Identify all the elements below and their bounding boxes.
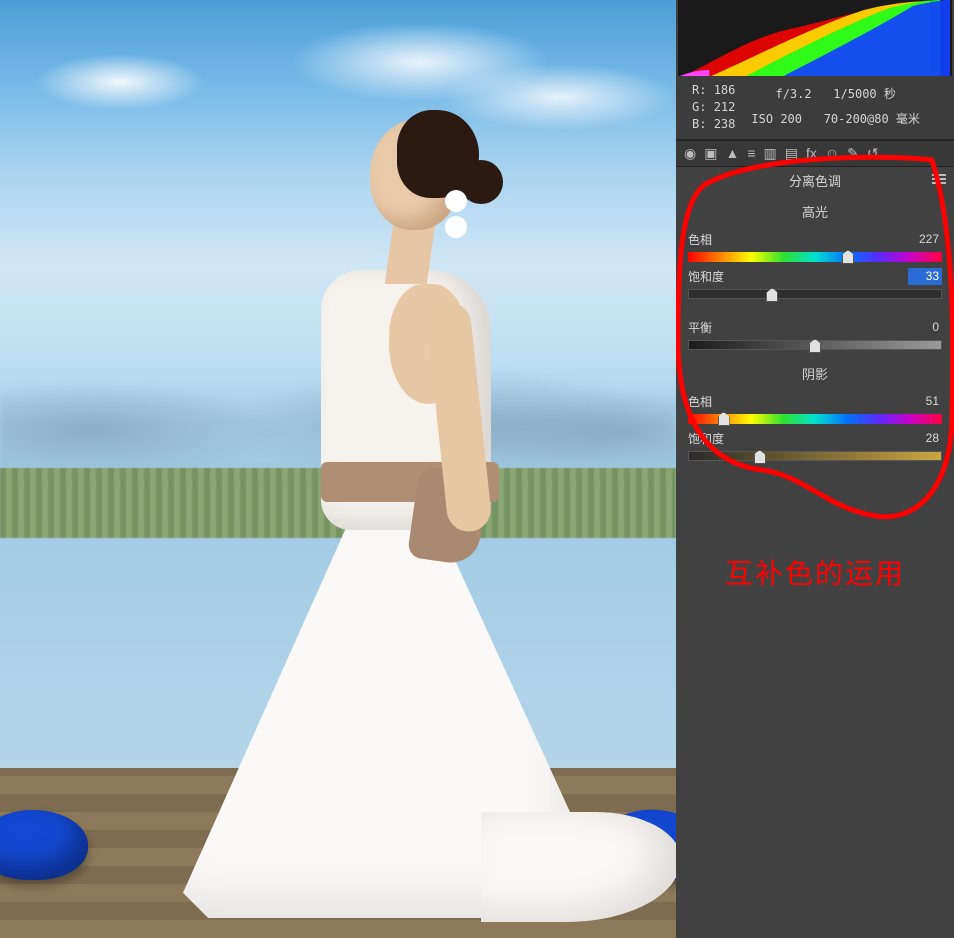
brush-icon[interactable]: ✎ [847, 145, 859, 162]
crop-icon[interactable]: ▣ [704, 145, 717, 162]
highlights-header: 高光 [676, 202, 954, 221]
balance-label: 平衡 [688, 319, 712, 336]
aperture-value: f/3.2 [775, 87, 811, 101]
exif-values: f/3.2 1/5000 秒 ISO 200 70-200@80 毫米 [735, 82, 936, 133]
iso-value: ISO 200 [751, 112, 802, 126]
shadows-sat-value[interactable]: 28 [908, 430, 942, 447]
shadows-sat-label: 饱和度 [688, 430, 724, 447]
shadows-hue-row: 色相 51 [676, 393, 954, 430]
shadows-header: 阴影 [676, 364, 954, 383]
g-label: G: [692, 100, 706, 114]
highlights-hue-row: 色相 227 [676, 231, 954, 268]
b-value: 238 [714, 117, 736, 131]
lines-icon[interactable]: ≡ [747, 145, 755, 162]
shadows-sat-slider[interactable] [688, 451, 942, 461]
shadows-hue-value[interactable]: 51 [908, 393, 942, 410]
info-readout: R: 186 G: 212 B: 238 f/3.2 1/5000 秒 ISO … [676, 76, 954, 140]
shadows-hue-label: 色相 [688, 393, 712, 410]
highlights-hue-slider[interactable] [688, 252, 942, 262]
subject [145, 102, 585, 922]
module-strip: ◉ ▣ ▲ ≡ ▥ ▤ fx ☺ ✎ ↺ [676, 140, 954, 167]
r-label: R: [692, 83, 706, 97]
reset-icon[interactable]: ↺ [867, 145, 879, 162]
adjustments-panel: R: 186 G: 212 B: 238 f/3.2 1/5000 秒 ISO … [676, 0, 954, 938]
balance-value[interactable]: 0 [908, 319, 942, 336]
section-title-text: 分离色调 [789, 174, 841, 189]
annotation-text: 互补色的运用 [676, 552, 954, 592]
panel-icon[interactable]: ▥ [763, 145, 776, 162]
menu-icon[interactable] [932, 174, 946, 184]
aperture-icon[interactable]: ◉ [684, 145, 696, 162]
shadows-hue-slider[interactable] [688, 414, 942, 424]
histogram-svg [678, 0, 952, 76]
section-split-toning-header[interactable]: 分离色调 [676, 167, 954, 194]
image-preview [0, 0, 676, 938]
people-icon[interactable]: ☺ [825, 145, 839, 162]
histogram[interactable] [678, 0, 952, 76]
highlights-sat-slider[interactable] [688, 289, 942, 299]
highlights-hue-label: 色相 [688, 231, 712, 248]
rgb-values: R: 186 G: 212 B: 238 [692, 82, 735, 133]
bars-icon[interactable]: ▤ [785, 145, 798, 162]
lens-value: 70-200@80 毫米 [824, 112, 920, 126]
b-label: B: [692, 117, 706, 131]
mountain-icon[interactable]: ▲ [725, 145, 739, 162]
highlights-sat-label: 饱和度 [688, 268, 724, 285]
shutter-value: 1/5000 秒 [833, 87, 896, 101]
highlights-sat-value[interactable]: 33 [908, 268, 942, 285]
g-value: 212 [714, 100, 736, 114]
shadows-sat-row: 饱和度 28 [676, 430, 954, 467]
balance-row: 平衡 0 [676, 319, 954, 356]
highlights-sat-row: 饱和度 33 [676, 268, 954, 305]
highlights-hue-value[interactable]: 227 [908, 231, 942, 248]
r-value: 186 [714, 83, 736, 97]
fx-icon[interactable]: fx [806, 145, 817, 162]
balance-slider[interactable] [688, 340, 942, 350]
